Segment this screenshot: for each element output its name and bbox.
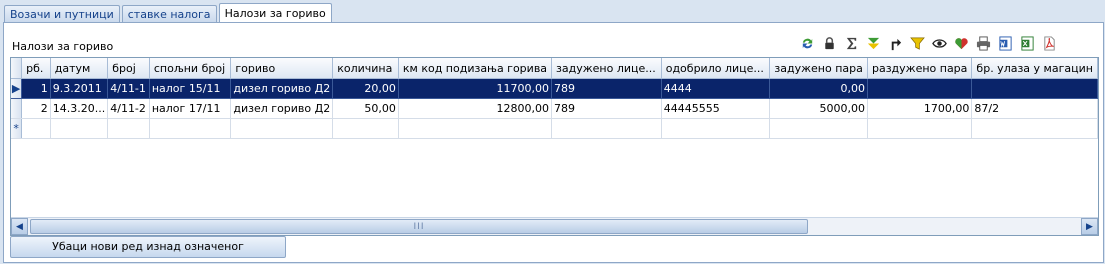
new-row-marker[interactable]: * <box>11 118 23 139</box>
fuel-orders-panel: Налози за гориво рб. датум број спољни б… <box>3 22 1104 263</box>
table-cell[interactable]: 87/2 <box>971 98 1098 119</box>
scroll-right-icon[interactable]: ▶ <box>1081 218 1098 235</box>
table-cell[interactable] <box>107 118 150 139</box>
table-cell[interactable]: 1 <box>21 78 51 99</box>
row-indicator[interactable] <box>11 98 23 119</box>
column-header-number[interactable]: број <box>107 58 150 79</box>
sum-icon[interactable] <box>840 34 862 52</box>
fuel-orders-grid[interactable]: рб. датум број спољни број гориво количи… <box>10 57 1099 236</box>
table-cell[interactable]: 14.3.20... <box>50 98 109 119</box>
table-cell[interactable]: 4/11-1 <box>107 78 150 99</box>
grid-toolbar <box>796 34 1060 52</box>
turn-arrow-icon[interactable] <box>884 34 906 52</box>
scroll-thumb[interactable]: III <box>30 219 808 234</box>
scroll-grip-icon: III <box>413 221 425 232</box>
table-cell[interactable] <box>398 118 553 139</box>
column-header-external-number[interactable]: спољни број <box>149 58 232 79</box>
tab-strip: Возачи и путници ставке налога Налози за… <box>4 2 334 24</box>
row-indicator-header <box>11 58 23 79</box>
filter-icon[interactable] <box>906 34 928 52</box>
table-cell[interactable]: 11700,00 <box>398 78 553 99</box>
download-arrows-icon[interactable] <box>862 34 884 52</box>
table-cell[interactable]: дизел гориво Д2 <box>230 78 334 99</box>
table-cell[interactable]: 789 <box>551 78 662 99</box>
table-cell[interactable]: дизел гориво Д2 <box>230 98 334 119</box>
table-cell[interactable] <box>971 78 1098 99</box>
column-header-km[interactable]: км код подизања горива <box>398 58 553 79</box>
table-cell[interactable] <box>21 118 51 139</box>
eye-icon[interactable] <box>928 34 950 52</box>
table-cell[interactable] <box>149 118 232 139</box>
table-cell[interactable] <box>971 118 1098 139</box>
table-cell[interactable] <box>661 118 771 139</box>
column-header-rb[interactable]: рб. <box>21 58 51 79</box>
tab-order-items[interactable]: ставке налога <box>121 5 217 23</box>
table-cell[interactable]: 5000,00 <box>769 98 868 119</box>
column-header-approved-by[interactable]: одобрило лице... <box>661 58 771 79</box>
table-cell[interactable] <box>332 118 399 139</box>
header-row: рб. датум број спољни број гориво количи… <box>11 58 1098 79</box>
column-header-warehouse-entry[interactable]: бр. улаза у магацин <box>971 58 1098 79</box>
new-row[interactable]: * <box>11 118 1098 139</box>
table-cell[interactable]: 4444 <box>661 78 771 99</box>
table-cell[interactable]: 0,00 <box>769 78 868 99</box>
heart-icon[interactable] <box>950 34 972 52</box>
table-cell[interactable] <box>867 78 973 99</box>
column-header-date[interactable]: датум <box>50 58 109 79</box>
refresh-icon[interactable] <box>796 34 818 52</box>
table-cell[interactable] <box>867 118 973 139</box>
word-icon[interactable] <box>994 34 1016 52</box>
table-cell[interactable] <box>551 118 662 139</box>
pdf-icon[interactable] <box>1038 34 1060 52</box>
table-cell[interactable]: 9.3.2011 <box>50 78 109 99</box>
selected-row-indicator[interactable]: ▶ <box>11 78 23 99</box>
column-header-assigned-person[interactable]: задужено лице... <box>551 58 662 79</box>
table-cell[interactable]: 789 <box>551 98 662 119</box>
tab-drivers-passengers[interactable]: Возачи и путници <box>4 5 120 23</box>
table-cell[interactable]: 44445555 <box>661 98 771 119</box>
table-cell[interactable]: 1700,00 <box>867 98 973 119</box>
column-header-quantity[interactable]: количина <box>332 58 399 79</box>
column-header-fuel[interactable]: гориво <box>230 58 334 79</box>
table-cell[interactable] <box>50 118 109 139</box>
table-cell[interactable]: налог 17/11 <box>149 98 232 119</box>
excel-icon[interactable] <box>1016 34 1038 52</box>
insert-row-above-button[interactable]: Убаци нови ред изнад означеног <box>10 236 286 258</box>
lock-icon[interactable] <box>818 34 840 52</box>
table-cell[interactable]: 12800,00 <box>398 98 553 119</box>
table-cell[interactable] <box>230 118 334 139</box>
table-cell[interactable]: 2 <box>21 98 51 119</box>
table-cell[interactable]: 20,00 <box>332 78 399 99</box>
panel-title: Налози за гориво <box>12 40 114 53</box>
table-row[interactable]: 2 14.3.20... 4/11-2 налог 17/11 дизел го… <box>11 98 1098 119</box>
column-header-money-charged[interactable]: задужено пара <box>769 58 868 79</box>
table-cell[interactable] <box>769 118 868 139</box>
column-header-money-settled[interactable]: раздужено пара <box>867 58 973 79</box>
table-cell[interactable]: налог 15/11 <box>149 78 232 99</box>
print-icon[interactable] <box>972 34 994 52</box>
tab-fuel-orders[interactable]: Налози за гориво <box>218 3 332 24</box>
table-row[interactable]: ▶ 1 9.3.2011 4/11-1 налог 15/11 дизел го… <box>11 78 1098 99</box>
data-table: рб. датум број спољни број гориво количи… <box>11 58 1098 139</box>
table-cell[interactable]: 50,00 <box>332 98 399 119</box>
horizontal-scrollbar[interactable]: ◀ III ▶ <box>11 217 1098 235</box>
scroll-left-icon[interactable]: ◀ <box>11 218 28 235</box>
table-cell[interactable]: 4/11-2 <box>107 98 150 119</box>
